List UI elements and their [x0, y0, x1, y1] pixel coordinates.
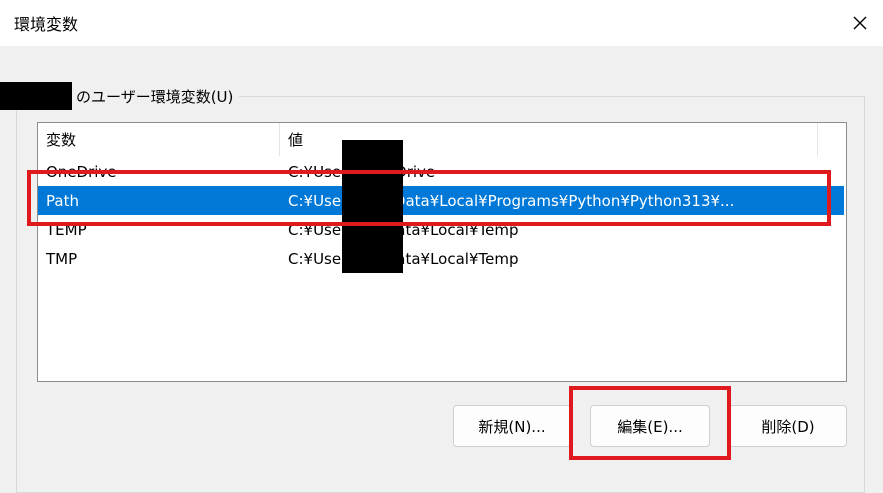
table-row-onedrive[interactable]: OneDrive C:¥Users¥OneDrive	[38, 157, 844, 186]
row-variable: OneDrive	[46, 162, 117, 181]
user-vars-list[interactable]: 変数 値 OneDrive C:¥Users¥OneDrive Path C:¥…	[37, 122, 847, 382]
list-header: 変数 値	[38, 123, 818, 156]
redaction-username	[0, 82, 72, 110]
table-row-temp[interactable]: TEMP C:¥Use ¥AppData¥Local¥Temp	[38, 215, 844, 244]
window-title: 環境変数	[14, 15, 79, 34]
edit-button[interactable]: 編集(E)...	[590, 405, 710, 447]
user-vars-group-label: のユーザー環境変数(U)	[0, 82, 240, 110]
new-button[interactable]: 新規(N)...	[453, 405, 571, 447]
delete-button[interactable]: 削除(D)	[729, 405, 847, 447]
column-header-variable[interactable]: 変数	[38, 123, 280, 156]
table-row-path[interactable]: Path C:¥Use a¥AppData¥Local¥Programs¥Pyt…	[38, 186, 844, 215]
title-bar: 環境変数	[0, 0, 883, 46]
row-variable: TMP	[46, 249, 78, 268]
table-row-tmp[interactable]: TMP C:¥Use ¥AppData¥Local¥Temp	[38, 244, 844, 273]
row-variable: TEMP	[46, 220, 87, 239]
row-variable: Path	[46, 191, 79, 210]
redaction-path-segment	[342, 140, 403, 273]
group-label-text: のユーザー環境変数(U)	[76, 87, 234, 106]
close-button[interactable]	[837, 0, 883, 46]
close-icon	[853, 16, 867, 30]
